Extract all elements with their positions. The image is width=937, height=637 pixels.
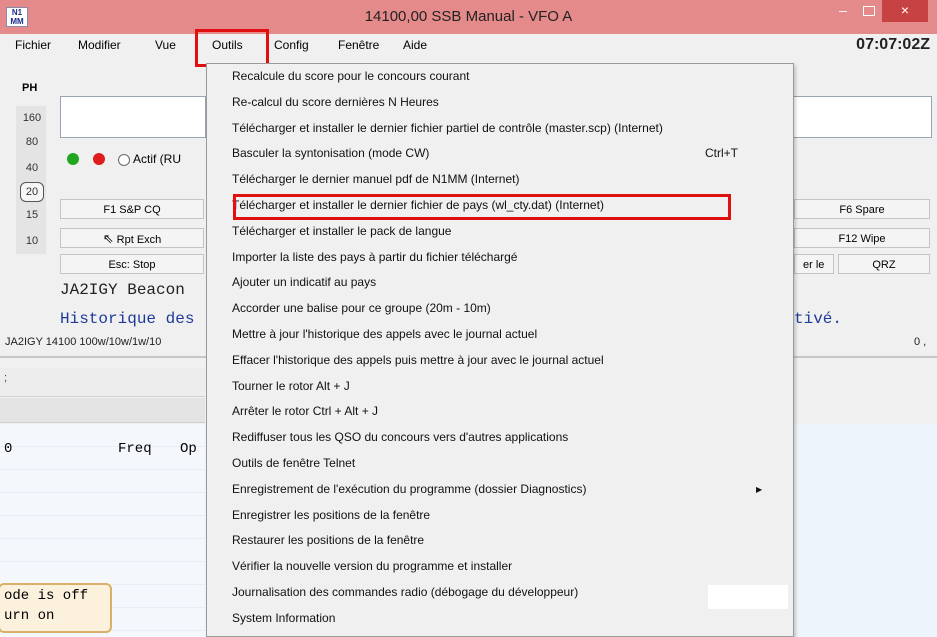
band-15[interactable]: 15	[20, 205, 44, 225]
menu-item-10[interactable]: Accorder une balise pour ce groupe (20m …	[207, 296, 793, 322]
menu-item-19[interactable]: Restaurer les positions de la fenêtre	[207, 528, 793, 554]
historique-text-end: tivé.	[794, 310, 843, 328]
tooltip-line-1: ode is off	[4, 588, 89, 604]
menu-item-11[interactable]: Mettre à jour l'historique des appels av…	[207, 322, 793, 348]
menu-item-21[interactable]: Journalisation des commandes radio (débo…	[207, 580, 793, 606]
menu-item-7[interactable]: Télécharger et installer le pack de lang…	[207, 219, 793, 245]
menu-item-label: Mettre à jour l'historique des appels av…	[232, 326, 538, 341]
menu-modifier[interactable]: Modifier	[78, 34, 121, 56]
esc-stop-button[interactable]: Esc: Stop	[60, 254, 204, 274]
maximize-button[interactable]	[856, 0, 882, 22]
menu-item-3[interactable]: Télécharger et installer le dernier fich…	[207, 116, 793, 142]
menu-item-label: Effacer l'historique des appels puis met…	[232, 352, 604, 367]
menu-item-label: Télécharger le dernier manuel pdf de N1M…	[232, 172, 520, 187]
menu-item-2[interactable]: Re-calcul du score dernières N Heures	[207, 90, 793, 116]
rpt-exch-button[interactable]: ⇖ Rpt Exch	[60, 228, 204, 248]
menu-item-label: Importer la liste des pays à partir du f…	[232, 249, 518, 264]
menu-item-label: Télécharger et installer le dernier fich…	[232, 120, 663, 135]
menu-item-4[interactable]: Basculer la syntonisation (mode CW) Ctrl+…	[207, 141, 793, 167]
exchange-entry[interactable]	[794, 96, 932, 138]
menu-fichier[interactable]: Fichier	[15, 34, 51, 56]
menu-item-22[interactable]: System Information	[207, 606, 793, 632]
er-le-button[interactable]: er le	[794, 254, 834, 274]
band-80[interactable]: 80	[20, 132, 44, 152]
menu-item-label: Enregistrer les positions de la fenêtre	[232, 507, 431, 522]
menu-bar: Fichier Modifier Vue Outils Config Fenêt…	[0, 34, 937, 56]
tooltip-line-2: urn on	[4, 608, 55, 624]
country-file-highlight-box	[233, 194, 731, 220]
menu-item-14[interactable]: Arrêter le rotor Ctrl + Alt + J	[207, 399, 793, 425]
menu-item-shortcut: Ctrl+T	[705, 146, 738, 161]
menu-item-12[interactable]: Effacer l'historique des appels puis met…	[207, 348, 793, 374]
status-bar-text: JA2IGY 14100 100w/10w/1w/10	[5, 336, 162, 348]
menu-item-18[interactable]: Enregistrer les positions de la fenêtre	[207, 503, 793, 529]
menu-fenetre[interactable]: Fenêtre	[338, 34, 379, 56]
menu-item-16[interactable]: Outils de fenêtre Telnet	[207, 451, 793, 477]
band-20[interactable]: 20	[20, 182, 44, 202]
outils-highlight-box	[195, 29, 269, 67]
menu-item-label: Rediffuser tous les QSO du concours vers…	[232, 430, 569, 445]
menu-item-label: Tourner le rotor Alt + J	[232, 378, 350, 393]
menu-aide[interactable]: Aide	[403, 34, 427, 56]
menu-item-label: Télécharger et installer le pack de lang…	[232, 223, 452, 238]
status-green-indicator	[67, 153, 79, 165]
window-title: 14100,00 SSB Manual - VFO A	[364, 8, 573, 25]
callsign-entry[interactable]	[60, 96, 206, 138]
menu-vue[interactable]: Vue	[155, 34, 176, 56]
log-header-strip	[0, 398, 205, 423]
log-column-zero: 0	[4, 441, 13, 457]
dropdown-item-list: Recalcule du score pour le concours cour…	[207, 64, 793, 632]
minimize-button[interactable]: –	[830, 0, 856, 22]
menu-item-label: Arrêter le rotor Ctrl + Alt + J	[232, 404, 379, 419]
menu-item-label: Restaurer les positions de la fenêtre	[232, 533, 425, 548]
beacon-text: JA2IGY Beacon	[60, 281, 185, 299]
qrz-button[interactable]: QRZ	[838, 254, 930, 274]
utc-clock: 07:07:02Z	[856, 36, 930, 53]
menu-item-label: Enregistrement de l'exécution du program…	[232, 481, 587, 496]
menu-item-9[interactable]: Ajouter un indicatif au pays	[207, 270, 793, 296]
f12-wipe-button[interactable]: F12 Wipe	[794, 228, 930, 248]
band-40[interactable]: 40	[20, 158, 44, 178]
f1-sp-cq-button[interactable]: F1 S&P CQ	[60, 199, 204, 219]
menu-item-20[interactable]: Vérifier la nouvelle version du programm…	[207, 554, 793, 580]
menu-item-label: Basculer la syntonisation (mode CW)	[232, 146, 430, 161]
log-toolbar-text: ;	[4, 372, 8, 384]
log-toolbar	[0, 368, 205, 397]
menu-item-5[interactable]: Télécharger le dernier manuel pdf de N1M…	[207, 167, 793, 193]
menu-item-8[interactable]: Importer la liste des pays à partir du f…	[207, 245, 793, 271]
band-160[interactable]: 160	[20, 108, 44, 128]
historique-text: Historique des	[60, 310, 195, 328]
rpt-exch-label: Rpt Exch	[116, 234, 162, 246]
status-red-indicator	[93, 153, 105, 165]
menu-item-13[interactable]: Tourner le rotor Alt + J	[207, 374, 793, 400]
mode-label: PH	[22, 82, 38, 94]
outils-dropdown-menu: Recalcule du score pour le concours cour…	[206, 63, 794, 637]
submenu-arrow-icon: ▶	[756, 484, 763, 494]
menu-item-label: Re-calcul du score dernières N Heures	[232, 94, 439, 109]
menu-item-17[interactable]: Enregistrement de l'exécution du program…	[207, 477, 793, 503]
log-column-op[interactable]: Op	[180, 441, 197, 457]
log-column-freq[interactable]: Freq	[118, 441, 152, 457]
menu-item-label: Ajouter un indicatif au pays	[232, 275, 377, 290]
band-10[interactable]: 10	[20, 231, 44, 251]
menu-item-label: Vérifier la nouvelle version du programm…	[232, 559, 513, 574]
menu-item-label: Accorder une balise pour ce groupe (20m …	[232, 301, 491, 316]
run-radio-label: Actif (RU	[133, 152, 181, 166]
maximize-icon	[863, 6, 875, 17]
f6-spare-button[interactable]: F6 Spare	[794, 199, 930, 219]
menu-item-label: System Information	[232, 610, 336, 625]
dropdown-blank-field	[708, 585, 788, 609]
close-button[interactable]: ×	[882, 0, 928, 22]
menu-item-15[interactable]: Rediffuser tous les QSO du concours vers…	[207, 425, 793, 451]
run-radio-button[interactable]	[118, 154, 130, 166]
menu-item-label: Outils de fenêtre Telnet	[232, 455, 356, 470]
menu-item-1[interactable]: Recalcule du score pour le concours cour…	[207, 64, 793, 90]
menu-config[interactable]: Config	[274, 34, 309, 56]
mouse-cursor-icon: ⇖	[102, 231, 114, 246]
menu-item-label: Recalcule du score pour le concours cour…	[232, 69, 470, 83]
status-bar-right: 0 ,	[914, 336, 927, 348]
menu-item-label: Journalisation des commandes radio (débo…	[232, 584, 579, 599]
